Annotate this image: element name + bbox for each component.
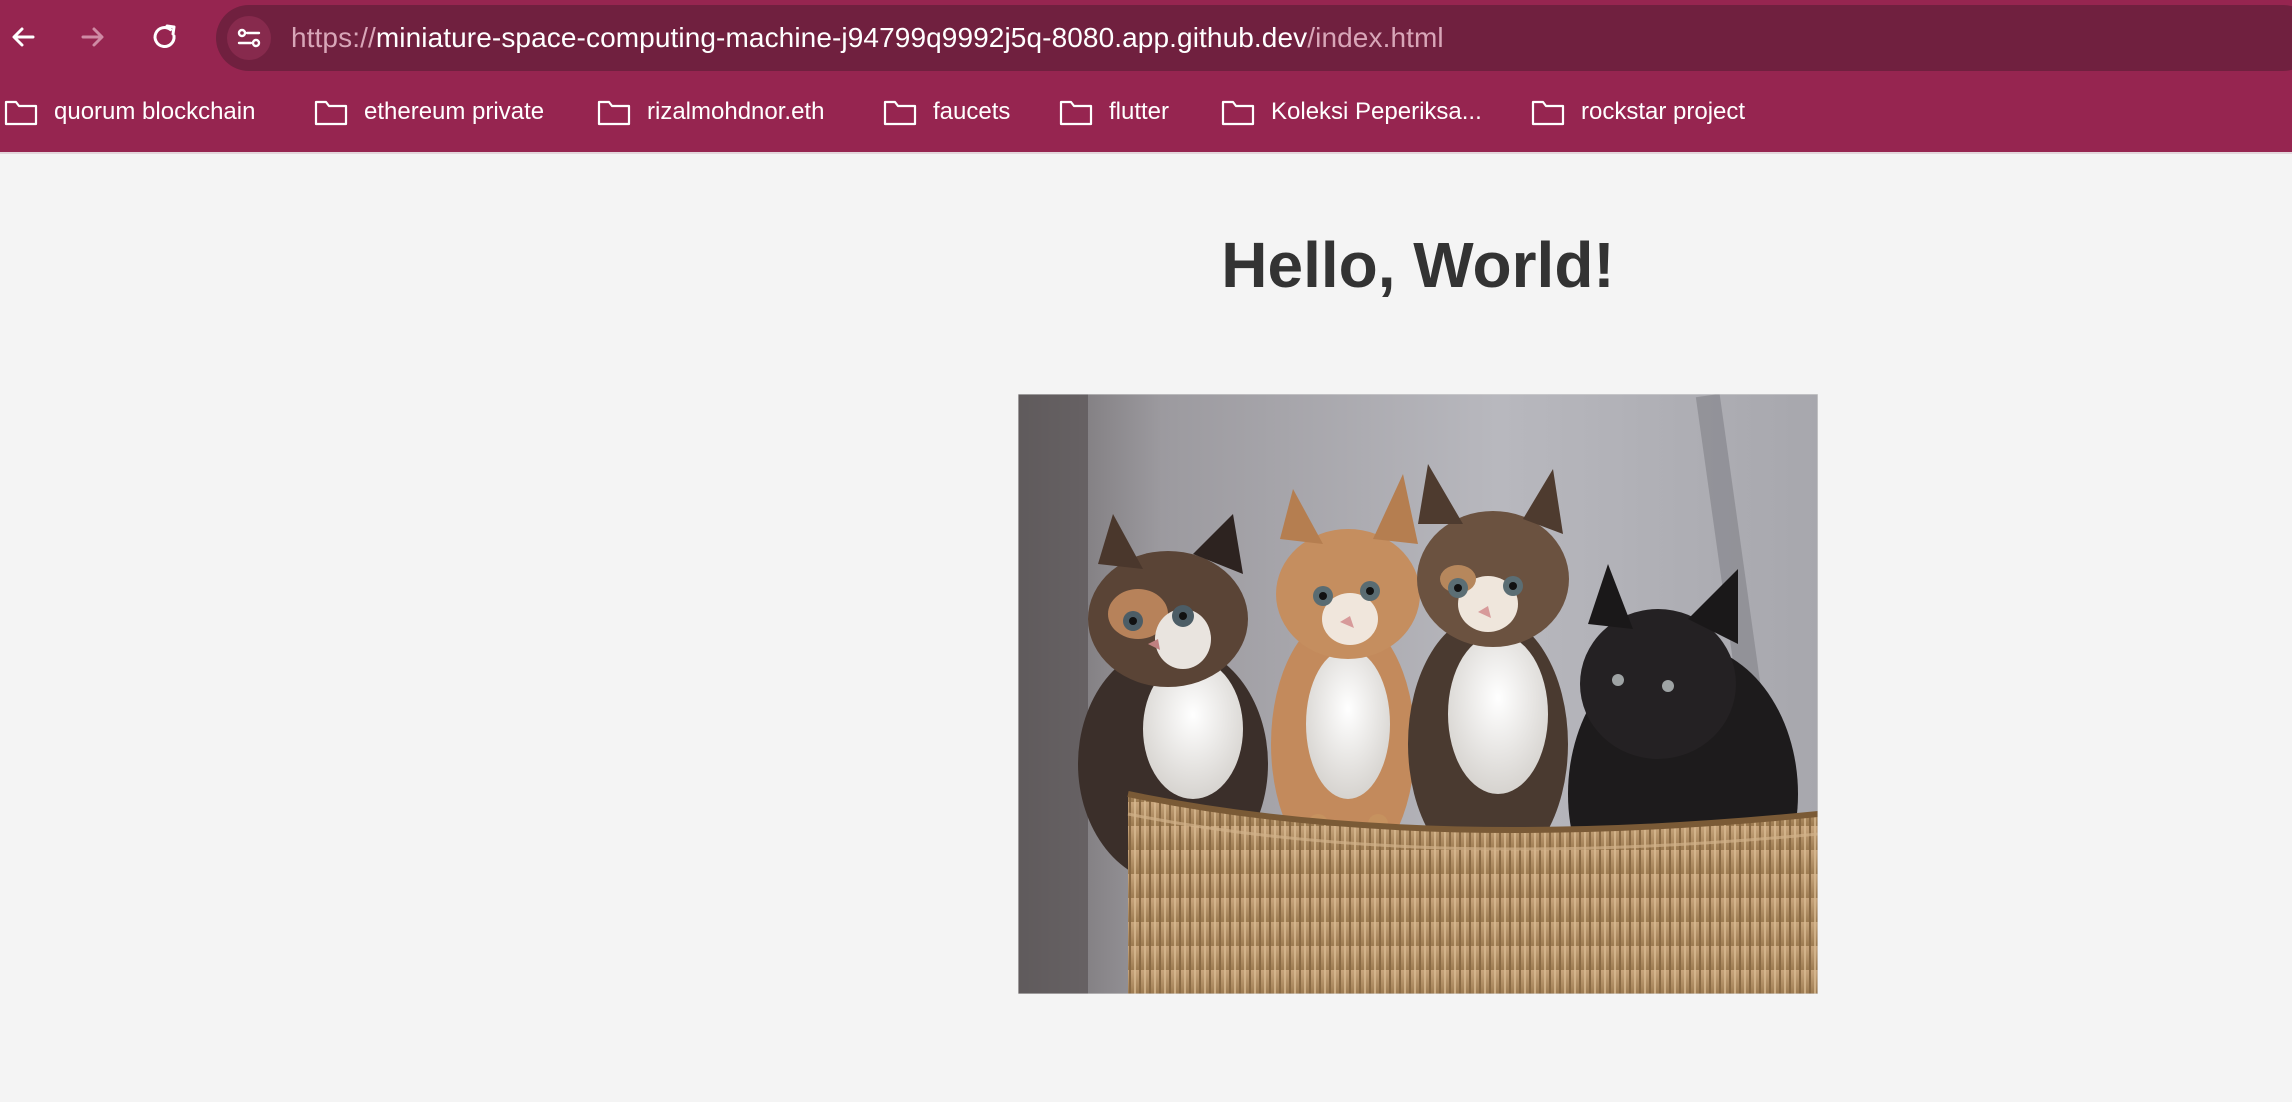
bookmark-label: ethereum private [364, 98, 545, 125]
reload-icon [153, 24, 176, 48]
kittens-image [1018, 394, 1818, 994]
folder-icon [597, 100, 631, 126]
bookmark-label: rizalmohdnor.eth [647, 98, 825, 125]
url-text[interactable]: https://miniature-space-computing-machin… [291, 5, 1444, 71]
forward-button[interactable] [70, 14, 116, 60]
url-path: /index.html [1307, 22, 1444, 53]
back-button[interactable] [0, 14, 46, 60]
arrow-right-icon [81, 27, 104, 47]
folder-icon [1531, 100, 1565, 126]
folder-icon [883, 100, 917, 126]
bookmark-label: faucets [933, 98, 1011, 125]
address-bar[interactable]: https://miniature-space-computing-machin… [216, 5, 2292, 71]
bookmark-label: quorum blockchain [54, 98, 256, 125]
bookmark-folder-rizalmohdnor-eth[interactable]: rizalmohdnor.eth [597, 88, 824, 136]
bookmark-folder-koleksi-peperiksa[interactable]: Koleksi Peperiksa... [1221, 88, 1482, 136]
bookmark-folder-rockstar-project[interactable]: rockstar project [1531, 88, 1745, 136]
bookmark-folder-faucets[interactable]: faucets [883, 88, 1010, 136]
browser-chrome: https://miniature-space-computing-machin… [0, 0, 2292, 152]
page-heading: Hello, World! [1221, 229, 1615, 301]
bookmark-label: Koleksi Peperiksa... [1271, 98, 1482, 125]
folder-icon [1059, 100, 1093, 126]
arrow-left-icon [12, 27, 35, 47]
toolbar-divider [0, 152, 2292, 154]
bookmark-label: rockstar project [1581, 98, 1746, 125]
tune-icon [237, 28, 261, 48]
browser-toolbar: https://miniature-space-computing-machin… [0, 0, 2292, 76]
folder-icon [4, 100, 38, 126]
bookmark-folder-flutter[interactable]: flutter [1059, 88, 1169, 136]
bookmark-folder-ethereum-private[interactable]: ethereum private [314, 88, 544, 136]
url-host: miniature-space-computing-machine-j94799… [375, 22, 1308, 53]
bookmarks-bar: quorum blockchain ethereum private rizal… [0, 88, 2292, 136]
bookmark-label: flutter [1109, 98, 1170, 125]
folder-icon [1221, 100, 1255, 126]
site-info-button[interactable] [227, 16, 271, 60]
url-scheme: https:// [291, 22, 376, 53]
bookmark-folder-quorum-blockchain[interactable]: quorum blockchain [4, 88, 255, 136]
folder-icon [314, 100, 348, 126]
reload-button[interactable] [142, 14, 188, 60]
